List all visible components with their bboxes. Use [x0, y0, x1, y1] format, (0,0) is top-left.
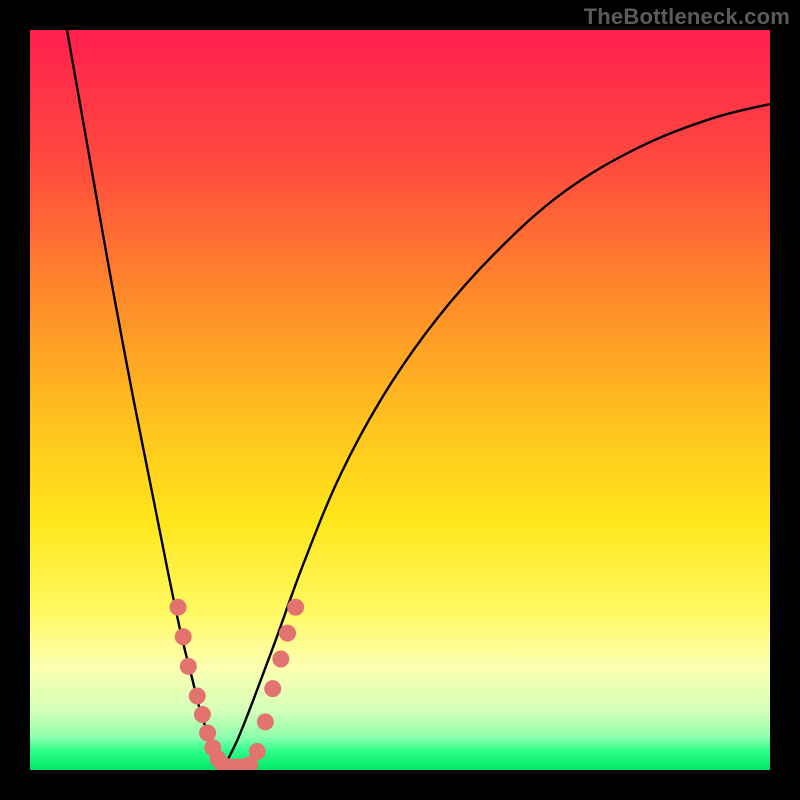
marker-group — [170, 599, 305, 770]
right-curve — [222, 104, 770, 770]
data-marker — [194, 706, 211, 723]
curves-layer — [30, 30, 770, 770]
data-marker — [170, 599, 187, 616]
data-marker — [272, 651, 289, 668]
data-marker — [189, 688, 206, 705]
data-marker — [257, 713, 274, 730]
data-marker — [180, 658, 197, 675]
data-marker — [287, 599, 304, 616]
left-curve — [67, 30, 222, 770]
data-marker — [279, 625, 296, 642]
data-marker — [175, 628, 192, 645]
plot-area — [30, 30, 770, 770]
data-marker — [199, 725, 216, 742]
data-marker — [264, 680, 281, 697]
outer-frame: TheBottleneck.com — [0, 0, 800, 800]
data-marker — [249, 743, 266, 760]
watermark-text: TheBottleneck.com — [584, 4, 790, 30]
